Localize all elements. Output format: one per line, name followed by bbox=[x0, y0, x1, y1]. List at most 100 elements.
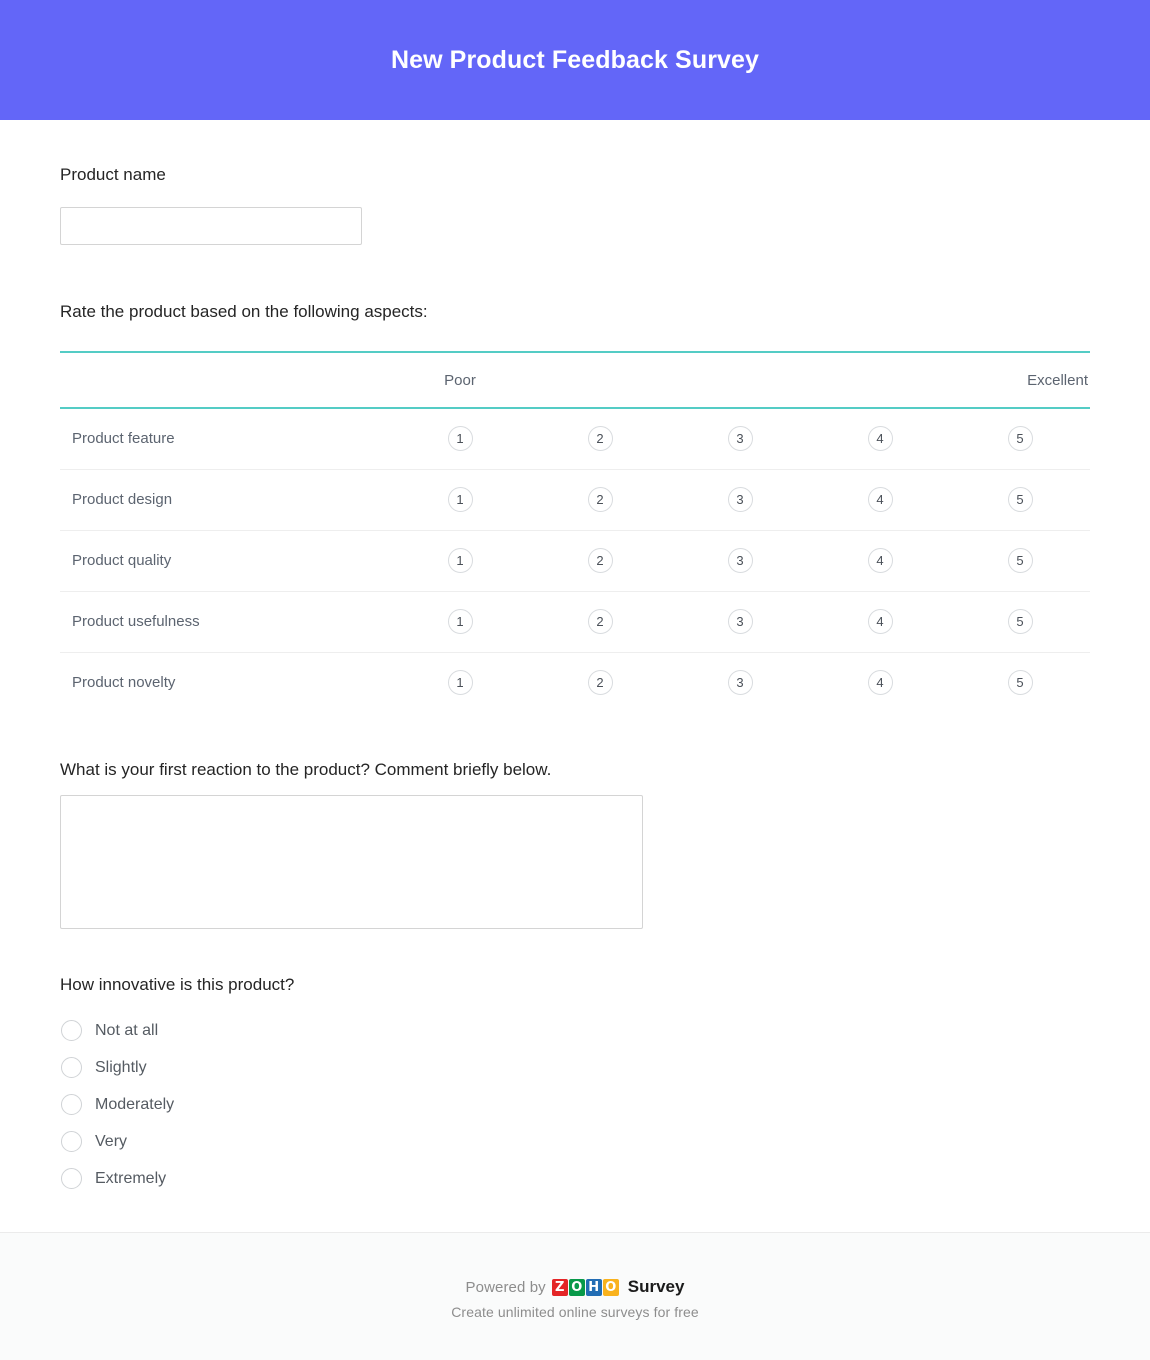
matrix-header-blank bbox=[60, 352, 390, 408]
radio-button-icon[interactable] bbox=[61, 1168, 82, 1189]
matrix-option-cell[interactable]: 3 bbox=[670, 408, 810, 469]
question-reaction: What is your first reaction to the produ… bbox=[60, 713, 1090, 929]
matrix-rating-option[interactable]: 2 bbox=[588, 670, 613, 695]
matrix-option-cell[interactable]: 2 bbox=[530, 408, 670, 469]
reaction-textarea[interactable] bbox=[60, 795, 643, 929]
radio-button-icon[interactable] bbox=[61, 1131, 82, 1152]
matrix-rating-option[interactable]: 5 bbox=[1008, 609, 1033, 634]
footer-tagline: Create unlimited online surveys for free bbox=[451, 1304, 699, 1320]
innovative-option[interactable]: Not at all bbox=[60, 1012, 1090, 1049]
matrix-rating-option[interactable]: 4 bbox=[868, 487, 893, 512]
matrix-rating-option[interactable]: 1 bbox=[448, 426, 473, 451]
survey-footer: Powered by ZOHO Survey Create unlimited … bbox=[0, 1232, 1150, 1360]
matrix-rating-option[interactable]: 1 bbox=[448, 609, 473, 634]
matrix-row: Product feature 1 2 3 4 5 bbox=[60, 408, 1090, 469]
matrix-option-cell[interactable]: 3 bbox=[670, 530, 810, 591]
matrix-rating-option[interactable]: 1 bbox=[448, 487, 473, 512]
radio-button-icon[interactable] bbox=[61, 1020, 82, 1041]
matrix-rating-option[interactable]: 3 bbox=[728, 670, 753, 695]
matrix-option-cell[interactable]: 2 bbox=[530, 652, 670, 713]
matrix-option-cell[interactable]: 1 bbox=[390, 652, 530, 713]
matrix-option-cell[interactable]: 4 bbox=[810, 652, 950, 713]
reaction-label: What is your first reaction to the produ… bbox=[60, 759, 1090, 781]
matrix-rating-option[interactable]: 2 bbox=[588, 487, 613, 512]
matrix-row-label: Product quality bbox=[60, 530, 390, 591]
matrix-rating-option[interactable]: 4 bbox=[868, 670, 893, 695]
matrix-option-cell[interactable]: 2 bbox=[530, 469, 670, 530]
survey-body: Product name Rate the product based on t… bbox=[0, 120, 1150, 1232]
product-name-input[interactable] bbox=[60, 207, 362, 245]
innovative-option-list: Not at all Slightly Moderately Very Extremel… bbox=[60, 1012, 1090, 1197]
matrix-rating-option[interactable]: 2 bbox=[588, 609, 613, 634]
matrix-option-cell[interactable]: 1 bbox=[390, 530, 530, 591]
radio-button-icon[interactable] bbox=[61, 1094, 82, 1115]
survey-header-banner: New Product Feedback Survey bbox=[0, 0, 1150, 120]
matrix-option-cell[interactable]: 2 bbox=[530, 530, 670, 591]
innovative-option[interactable]: Extremely bbox=[60, 1160, 1090, 1197]
innovative-option[interactable]: Slightly bbox=[60, 1049, 1090, 1086]
rating-matrix-header-row: Poor Excellent bbox=[60, 352, 1090, 408]
matrix-rating-option[interactable]: 2 bbox=[588, 426, 613, 451]
matrix-rating-option[interactable]: 3 bbox=[728, 609, 753, 634]
matrix-row-label: Product feature bbox=[60, 408, 390, 469]
matrix-rating-option[interactable]: 3 bbox=[728, 426, 753, 451]
matrix-header-spacer-2 bbox=[530, 352, 670, 408]
matrix-rating-option[interactable]: 5 bbox=[1008, 487, 1033, 512]
matrix-rating-option[interactable]: 1 bbox=[448, 548, 473, 573]
zoho-logo-icon: ZOHO bbox=[552, 1279, 619, 1296]
matrix-row-label: Product novelty bbox=[60, 652, 390, 713]
matrix-rating-option[interactable]: 5 bbox=[1008, 670, 1033, 695]
innovative-option[interactable]: Moderately bbox=[60, 1086, 1090, 1123]
survey-title: New Product Feedback Survey bbox=[391, 45, 759, 75]
matrix-option-cell[interactable]: 1 bbox=[390, 469, 530, 530]
matrix-rating-option[interactable]: 5 bbox=[1008, 548, 1033, 573]
powered-by-row: Powered by ZOHO Survey bbox=[466, 1277, 685, 1297]
matrix-option-cell[interactable]: 5 bbox=[950, 530, 1090, 591]
zoho-logo-letter: Z bbox=[552, 1279, 568, 1296]
question-product-name: Product name bbox=[60, 120, 1090, 245]
powered-by-text: Powered by bbox=[466, 1279, 546, 1296]
matrix-option-cell[interactable]: 4 bbox=[810, 408, 950, 469]
matrix-rating-option[interactable]: 1 bbox=[448, 670, 473, 695]
matrix-option-cell[interactable]: 3 bbox=[670, 652, 810, 713]
matrix-option-cell[interactable]: 4 bbox=[810, 591, 950, 652]
survey-page: New Product Feedback Survey Product name… bbox=[0, 0, 1150, 1360]
matrix-row: Product quality 1 2 3 4 5 bbox=[60, 530, 1090, 591]
matrix-option-cell[interactable]: 5 bbox=[950, 591, 1090, 652]
matrix-rating-option[interactable]: 3 bbox=[728, 548, 753, 573]
footer-product-word: Survey bbox=[628, 1277, 685, 1297]
matrix-header-spacer-3 bbox=[670, 352, 810, 408]
matrix-rating-option[interactable]: 4 bbox=[868, 548, 893, 573]
zoho-logo-letter: H bbox=[586, 1279, 602, 1296]
matrix-option-cell[interactable]: 1 bbox=[390, 408, 530, 469]
matrix-option-cell[interactable]: 5 bbox=[950, 408, 1090, 469]
innovative-option-label: Very bbox=[95, 1134, 127, 1150]
radio-button-icon[interactable] bbox=[61, 1057, 82, 1078]
matrix-rating-option[interactable]: 3 bbox=[728, 487, 753, 512]
matrix-header-spacer-4 bbox=[810, 352, 950, 408]
matrix-option-cell[interactable]: 5 bbox=[950, 652, 1090, 713]
zoho-logo-letter: O bbox=[569, 1279, 585, 1296]
product-name-label: Product name bbox=[60, 164, 1090, 186]
matrix-rating-option[interactable]: 4 bbox=[868, 426, 893, 451]
matrix-option-cell[interactable]: 2 bbox=[530, 591, 670, 652]
matrix-option-cell[interactable]: 4 bbox=[810, 469, 950, 530]
matrix-rating-option[interactable]: 2 bbox=[588, 548, 613, 573]
matrix-row: Product novelty 1 2 3 4 5 bbox=[60, 652, 1090, 713]
matrix-option-cell[interactable]: 1 bbox=[390, 591, 530, 652]
matrix-row: Product usefulness 1 2 3 4 5 bbox=[60, 591, 1090, 652]
matrix-row-label: Product design bbox=[60, 469, 390, 530]
matrix-option-cell[interactable]: 5 bbox=[950, 469, 1090, 530]
zoho-logo-letter: O bbox=[603, 1279, 619, 1296]
matrix-option-cell[interactable]: 4 bbox=[810, 530, 950, 591]
matrix-rating-option[interactable]: 5 bbox=[1008, 426, 1033, 451]
innovative-label: How innovative is this product? bbox=[60, 974, 1090, 996]
matrix-scale-high-label: Excellent bbox=[950, 352, 1090, 408]
matrix-option-cell[interactable]: 3 bbox=[670, 469, 810, 530]
innovative-option-label: Slightly bbox=[95, 1060, 147, 1076]
matrix-rating-option[interactable]: 4 bbox=[868, 609, 893, 634]
innovative-option[interactable]: Very bbox=[60, 1123, 1090, 1160]
innovative-option-label: Extremely bbox=[95, 1171, 166, 1187]
matrix-option-cell[interactable]: 3 bbox=[670, 591, 810, 652]
matrix-row-label: Product usefulness bbox=[60, 591, 390, 652]
